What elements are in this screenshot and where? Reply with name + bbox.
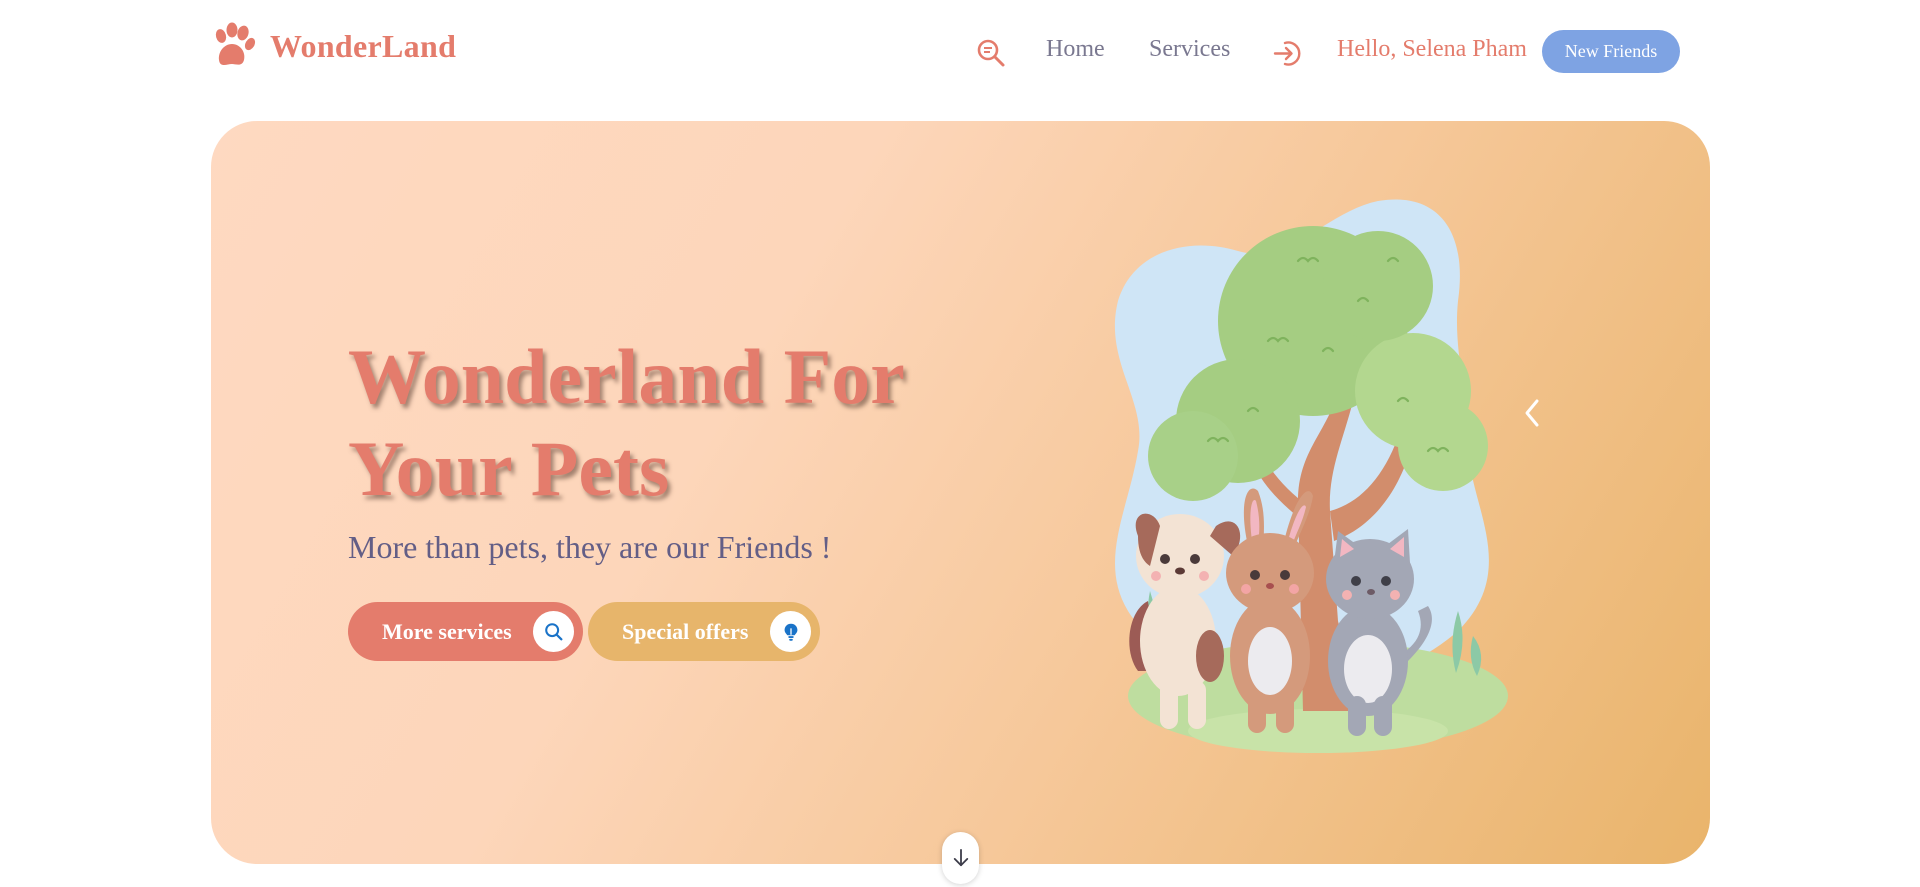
brand-logo[interactable]: WonderLand	[210, 22, 456, 70]
special-offers-button[interactable]: Special offers	[588, 602, 820, 661]
lightbulb-icon	[770, 611, 811, 652]
special-offers-label: Special offers	[622, 618, 749, 644]
hero-subtitle: More than pets, they are our Friends !	[348, 529, 832, 565]
arrow-down-icon[interactable]	[942, 832, 979, 884]
search-icon	[533, 611, 574, 652]
brand-name: WonderLand	[270, 27, 457, 64]
hero-title: Wonderland For Your Pets	[348, 333, 904, 512]
chevron-left-icon[interactable]	[1521, 393, 1545, 433]
pets-illustration	[1114, 199, 1508, 753]
more-services-button[interactable]: More services	[348, 602, 583, 661]
more-services-label: More services	[382, 618, 512, 644]
nav-home-link[interactable]: Home	[1046, 36, 1105, 63]
hero-banner: Wonderland For Your Pets More than pets,…	[211, 121, 1710, 864]
paw-icon	[215, 22, 256, 65]
nav-services-link[interactable]: Services	[1149, 36, 1230, 63]
user-greeting: Hello, Selena Pham	[1337, 36, 1527, 62]
search-icon[interactable]	[975, 37, 1007, 69]
login-icon[interactable]	[1272, 37, 1304, 69]
new-friends-button[interactable]: New Friends	[1542, 30, 1680, 73]
